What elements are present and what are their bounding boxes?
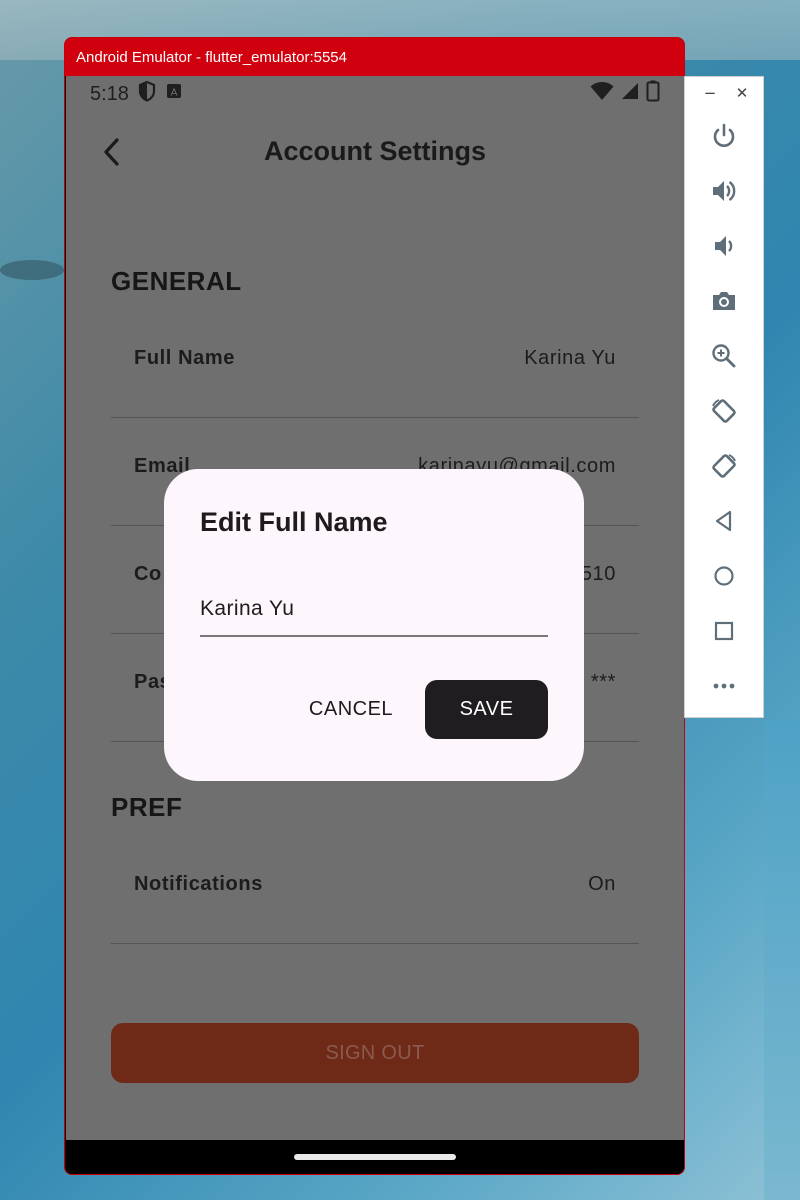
zoom-button[interactable]	[703, 335, 745, 377]
emulator-titlebar[interactable]: Android Emulator - flutter_emulator:5554	[65, 38, 684, 76]
overview-icon	[714, 621, 734, 641]
setting-label: Notifications	[134, 873, 263, 895]
wifi-icon	[590, 81, 614, 107]
power-icon	[713, 123, 735, 147]
volume-down-icon	[715, 236, 733, 256]
volume-up-icon	[713, 181, 736, 201]
power-button[interactable]	[703, 115, 745, 157]
setting-value: Karina Yu	[524, 347, 616, 369]
nav-back-button[interactable]	[703, 500, 745, 542]
page-title: Account Settings	[263, 136, 486, 166]
status-bar: 5:18 A	[66, 76, 684, 112]
home-indicator[interactable]	[294, 1154, 456, 1160]
rotate-left-button[interactable]	[703, 390, 745, 432]
window-title: Android Emulator - flutter_emulator:5554	[76, 48, 347, 66]
nav-home-button[interactable]	[703, 555, 745, 597]
svg-text:A: A	[171, 88, 178, 99]
setting-value: ***	[590, 671, 616, 693]
volume-down-button[interactable]	[703, 225, 745, 267]
dialog-title: Edit Full Name	[200, 507, 388, 537]
rotate-right-icon	[712, 454, 736, 478]
rotate-right-button[interactable]	[703, 445, 745, 487]
home-icon	[714, 566, 734, 586]
cancel-button[interactable]: CANCEL	[292, 681, 410, 737]
back-icon	[715, 510, 732, 532]
full-name-input[interactable]	[200, 583, 548, 637]
edit-name-dialog: Edit Full Name CANCEL SAVE	[164, 469, 584, 781]
camera-icon	[713, 292, 735, 310]
cell-signal-icon	[620, 81, 640, 107]
desktop-background-light	[0, 260, 64, 280]
setting-row-full-name[interactable]: Full Name Karina Yu	[111, 310, 639, 418]
desktop-background-right	[764, 720, 800, 1200]
section-header-preferences: PREF	[111, 792, 183, 822]
rotate-left-icon	[712, 399, 736, 423]
close-button[interactable]: ✕	[735, 83, 749, 103]
setting-label: Full Name	[134, 347, 235, 369]
emulator-toolbar: − ✕	[684, 76, 764, 718]
nav-overview-button[interactable]	[703, 610, 745, 652]
status-time: 5:18	[90, 82, 129, 105]
save-button[interactable]: SAVE	[425, 680, 548, 739]
minimize-button[interactable]: −	[703, 83, 717, 103]
section-header-general: GENERAL	[111, 266, 242, 296]
setting-label: Co	[134, 563, 162, 585]
battery-icon	[646, 80, 660, 108]
setting-row-notifications[interactable]: Notifications On	[111, 836, 639, 944]
sign-out-button[interactable]: SIGN OUT	[111, 1023, 639, 1083]
shield-icon	[137, 80, 157, 108]
more-icon	[713, 683, 735, 689]
app-bar: Account Settings	[66, 112, 684, 192]
zoom-icon	[712, 344, 736, 368]
keyboard-a-icon: A	[165, 82, 183, 106]
more-button[interactable]	[703, 665, 745, 707]
setting-value: 510	[580, 563, 616, 585]
screenshot-button[interactable]	[703, 280, 745, 322]
volume-up-button[interactable]	[703, 170, 745, 212]
gesture-nav-bar	[66, 1140, 684, 1174]
setting-value: On	[588, 873, 616, 895]
